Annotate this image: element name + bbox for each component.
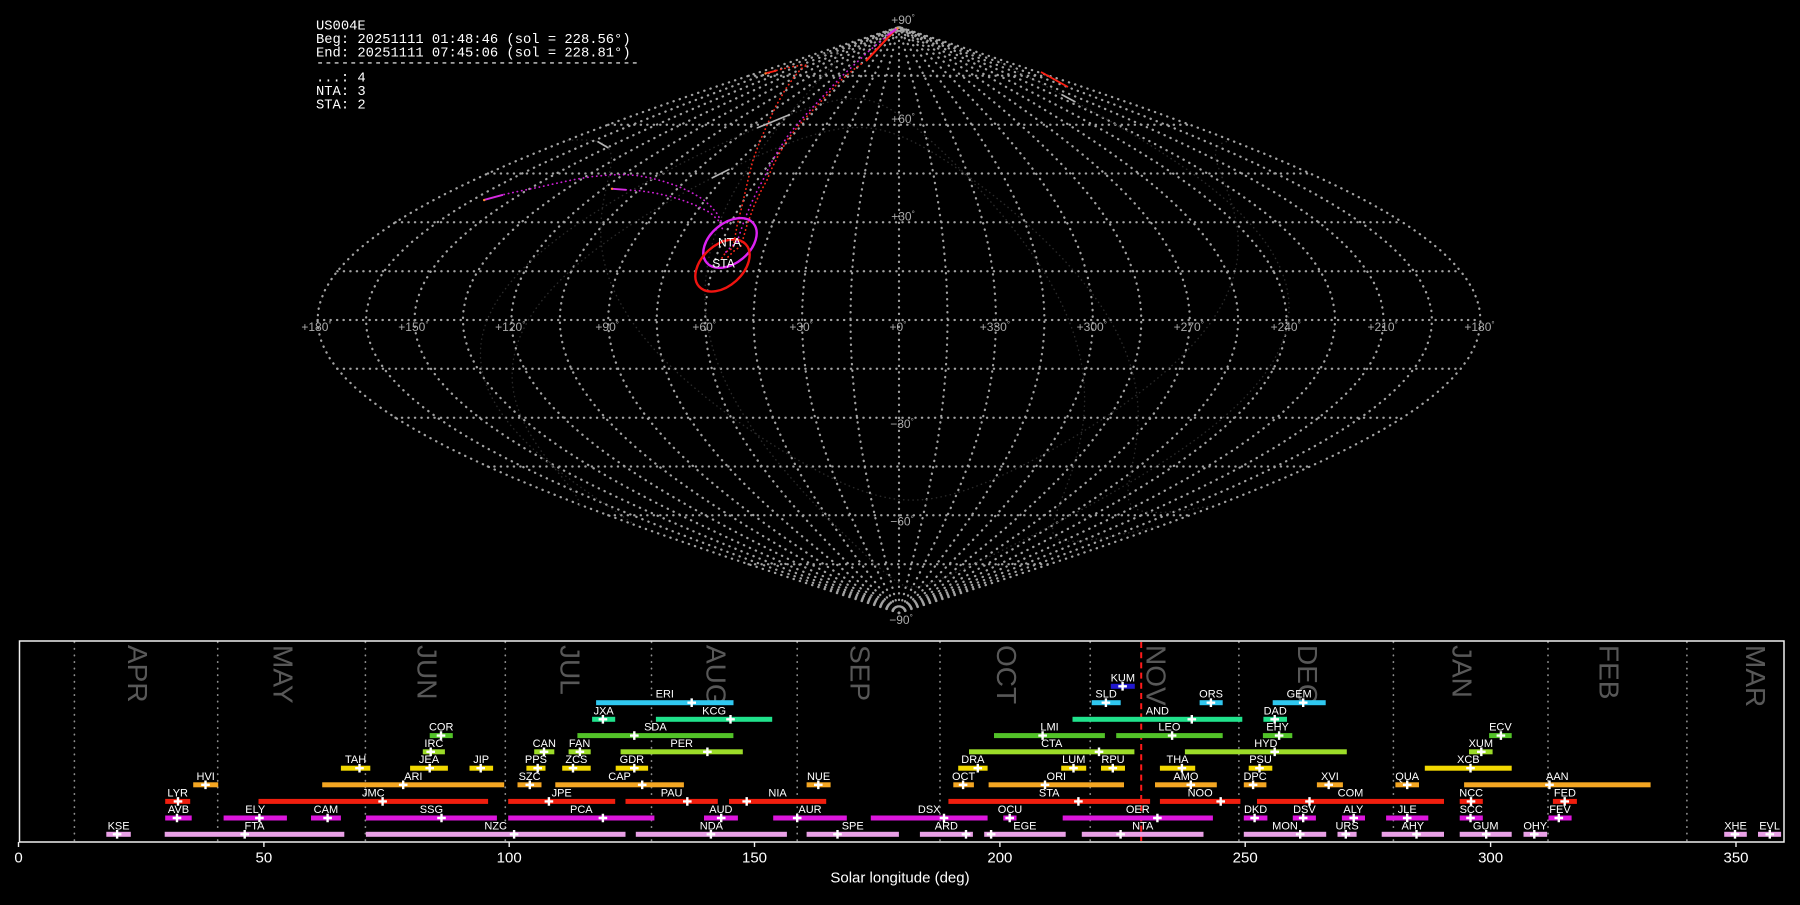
svg-text:FTA: FTA: [245, 820, 266, 832]
svg-text:COM: COM: [1338, 787, 1364, 799]
svg-text:0: 0: [14, 850, 22, 867]
svg-text:GEM: GEM: [1287, 689, 1312, 701]
svg-text:STA: 2: STA: 2: [316, 99, 366, 114]
svg-text:50: 50: [256, 850, 273, 867]
svg-text:+330°: +330°: [980, 320, 1010, 334]
svg-text:LEO: LEO: [1158, 722, 1180, 734]
svg-text:Beg: 20251111 01:48:46 (sol =: Beg: 20251111 01:48:46 (sol = 228.56°): [316, 32, 631, 48]
svg-text:THA: THA: [1167, 754, 1190, 766]
svg-text:AND: AND: [1146, 705, 1169, 717]
svg-text:+30°: +30°: [789, 320, 813, 334]
svg-text:−60°: −60°: [890, 515, 914, 529]
svg-text:TAH: TAH: [345, 754, 366, 766]
svg-text:ERI: ERI: [656, 689, 674, 701]
svg-text:NTA: NTA: [1132, 820, 1154, 832]
svg-text:KSE: KSE: [108, 820, 130, 832]
svg-text:JAN: JAN: [1447, 645, 1478, 698]
svg-text:300: 300: [1478, 850, 1503, 867]
svg-text:+60°: +60°: [891, 112, 915, 126]
svg-text:−90°: −90°: [889, 613, 913, 627]
svg-text:+90°: +90°: [891, 13, 915, 27]
svg-text:100: 100: [497, 850, 522, 867]
svg-text:NTA: NTA: [718, 236, 741, 250]
svg-text:NIA: NIA: [768, 787, 787, 799]
svg-text:AUR: AUR: [798, 804, 821, 816]
svg-text:ELY: ELY: [245, 804, 266, 816]
svg-text:Solar longitude (deg): Solar longitude (deg): [830, 870, 969, 887]
svg-text:CAM: CAM: [314, 804, 338, 816]
svg-text:STA: STA: [1039, 787, 1060, 799]
svg-text:GDR: GDR: [620, 754, 645, 766]
svg-text:200: 200: [987, 850, 1012, 867]
svg-text:AMO: AMO: [1173, 771, 1199, 783]
svg-text:SPE: SPE: [842, 820, 864, 832]
svg-text:−30°: −30°: [890, 417, 914, 431]
svg-text:OHY: OHY: [1523, 820, 1548, 832]
svg-text:PAU: PAU: [661, 787, 683, 799]
svg-text:+270°: +270°: [1174, 320, 1204, 334]
svg-text:MON: MON: [1272, 820, 1298, 832]
svg-text:+120°: +120°: [495, 320, 525, 334]
svg-text:DPC: DPC: [1243, 771, 1266, 783]
svg-text:JUN: JUN: [411, 645, 442, 699]
svg-text:+60°: +60°: [692, 320, 716, 334]
svg-text:XCB: XCB: [1457, 754, 1480, 766]
svg-text:JUL: JUL: [554, 645, 585, 695]
svg-text:CAP: CAP: [608, 771, 631, 783]
svg-text:NZC: NZC: [484, 820, 507, 832]
svg-text:OER: OER: [1126, 804, 1150, 816]
svg-text:ZCS: ZCS: [565, 754, 587, 766]
svg-text:SDA: SDA: [644, 722, 667, 734]
svg-text:EGE: EGE: [1013, 820, 1036, 832]
svg-text:+300°: +300°: [1077, 320, 1107, 334]
svg-text:+30°: +30°: [891, 210, 915, 224]
svg-text:DRA: DRA: [961, 754, 985, 766]
svg-text:STA: STA: [712, 257, 734, 271]
svg-text:FEB: FEB: [1593, 645, 1624, 699]
svg-text:XVI: XVI: [1321, 771, 1339, 783]
svg-text:FEV: FEV: [1549, 804, 1571, 816]
svg-text:NOV: NOV: [1141, 645, 1172, 706]
svg-text:350: 350: [1723, 850, 1748, 867]
svg-text:DSV: DSV: [1293, 804, 1316, 816]
svg-text:+240°: +240°: [1271, 320, 1301, 334]
svg-text:JPE: JPE: [552, 787, 572, 799]
svg-text:SEP: SEP: [845, 645, 876, 701]
svg-text:------------------------------: ---------------------------------------: [316, 56, 639, 71]
svg-text:SSG: SSG: [420, 804, 443, 816]
svg-text:250: 250: [1233, 850, 1258, 867]
svg-text:AHY: AHY: [1401, 820, 1424, 832]
svg-text:AVB: AVB: [168, 804, 189, 816]
svg-text:OCT: OCT: [991, 645, 1022, 704]
svg-text:MAR: MAR: [1740, 645, 1771, 707]
svg-text:+180°: +180°: [301, 320, 331, 334]
svg-text:AUG: AUG: [700, 645, 731, 706]
svg-text:PCA: PCA: [570, 804, 593, 816]
svg-text:APR: APR: [122, 645, 153, 703]
svg-text:+150°: +150°: [398, 320, 428, 334]
svg-text:JMC: JMC: [362, 787, 385, 799]
svg-text:KCG: KCG: [702, 705, 726, 717]
svg-text:NOO: NOO: [1188, 787, 1214, 799]
svg-text:+210°: +210°: [1367, 320, 1397, 334]
svg-text:MAY: MAY: [268, 645, 299, 704]
svg-text:ORI: ORI: [1047, 771, 1067, 783]
svg-text:+90°: +90°: [595, 320, 619, 334]
svg-text:URS: URS: [1335, 820, 1358, 832]
svg-text:ARI: ARI: [404, 771, 422, 783]
svg-text:150: 150: [742, 850, 767, 867]
svg-text:+180°: +180°: [1464, 320, 1494, 334]
svg-text:ARD: ARD: [935, 820, 958, 832]
svg-text:CTA: CTA: [1041, 738, 1063, 750]
svg-text:DSX: DSX: [918, 804, 941, 816]
svg-text:PER: PER: [670, 738, 693, 750]
